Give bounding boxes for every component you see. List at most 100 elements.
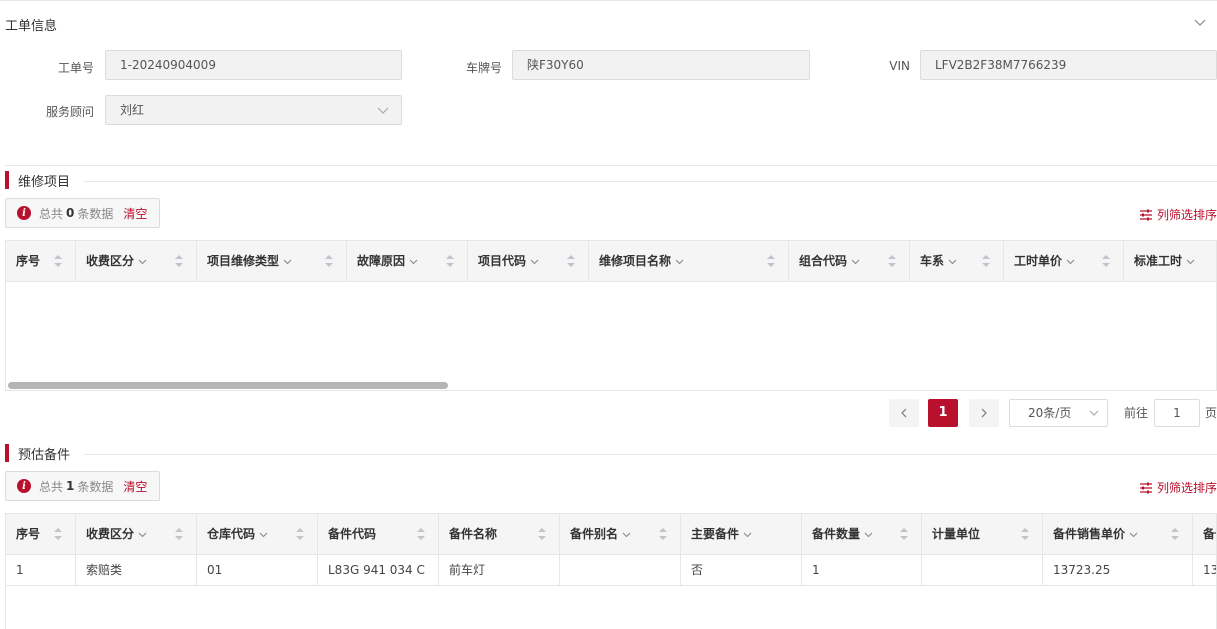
column-header-label: 备件数量	[812, 527, 861, 541]
title-line	[84, 181, 1217, 182]
advisor-select[interactable]: 刘红	[105, 95, 402, 125]
column-header[interactable]: 备件代码	[318, 514, 439, 554]
column-header[interactable]: 组合代码	[789, 241, 910, 281]
column-header[interactable]: 备件销售单价	[1043, 514, 1193, 554]
column-header-label: 组合代码	[799, 254, 848, 268]
horizontal-scrollbar[interactable]	[8, 382, 448, 389]
sort-icon[interactable]	[1101, 254, 1111, 268]
info-icon: i	[17, 479, 31, 493]
chevron-down-icon[interactable]	[864, 532, 873, 538]
column-header-label: 主要备件	[691, 527, 740, 541]
column-header[interactable]: 序号	[6, 241, 76, 281]
column-header[interactable]: 收费区分	[76, 241, 197, 281]
advisor-label: 服务顾问	[45, 105, 94, 119]
sort-icon[interactable]	[445, 254, 455, 268]
sort-icon[interactable]	[537, 527, 547, 541]
column-header-label: 收费区分	[86, 254, 135, 268]
table-cell	[560, 554, 681, 586]
prev-page-button[interactable]	[889, 399, 919, 427]
column-header[interactable]: 备件名称	[439, 514, 560, 554]
column-header-label: 备件代码	[328, 527, 377, 541]
chevron-down-icon[interactable]	[1066, 259, 1075, 265]
chevron-down-icon[interactable]	[1129, 532, 1138, 538]
parts-title: 预估备件	[5, 444, 70, 463]
column-header-label: 备件	[1203, 527, 1216, 541]
table-cell	[922, 554, 1043, 586]
chevron-down-icon[interactable]	[743, 532, 752, 538]
sort-icon[interactable]	[1170, 527, 1180, 541]
order-no-field[interactable]: 1-20240904009	[105, 50, 402, 80]
sort-icon[interactable]	[324, 254, 334, 268]
sort-icon[interactable]	[1020, 527, 1030, 541]
sort-icon[interactable]	[53, 254, 63, 268]
sort-icon[interactable]	[295, 527, 305, 541]
column-header[interactable]: 工时单价	[1004, 241, 1124, 281]
column-header-label: 故障原因	[357, 254, 406, 268]
chevron-down-icon[interactable]	[259, 532, 268, 538]
sliders-icon	[1139, 209, 1152, 220]
column-header[interactable]: 标准工时	[1124, 241, 1216, 281]
parts-clear-button[interactable]: 清空	[123, 478, 147, 495]
sort-icon[interactable]	[981, 254, 991, 268]
column-header[interactable]: 备件别名	[560, 514, 681, 554]
table-cell: 否	[681, 554, 802, 586]
chevron-down-icon[interactable]	[622, 532, 631, 538]
next-page-button[interactable]	[969, 399, 999, 427]
sort-icon[interactable]	[887, 254, 897, 268]
plate-label: 车牌号	[465, 61, 502, 75]
column-header[interactable]: 项目代码	[468, 241, 589, 281]
column-header[interactable]: 计量单位	[922, 514, 1043, 554]
top-divider	[0, 0, 1217, 1]
chevron-down-icon[interactable]	[283, 259, 292, 265]
table-cell: 1	[802, 554, 922, 586]
column-header[interactable]: 收费区分	[76, 514, 197, 554]
chevron-down-icon[interactable]	[1193, 15, 1207, 29]
column-header[interactable]: 故障原因	[347, 241, 468, 281]
repair-clear-button[interactable]: 清空	[123, 205, 147, 222]
column-header-label: 车系	[920, 254, 945, 268]
chevron-down-icon[interactable]	[138, 259, 147, 265]
chevron-down-icon[interactable]	[948, 259, 957, 265]
repair-filter-sort-button[interactable]: 列筛选排序	[1139, 206, 1217, 223]
column-header-label: 仓库代码	[207, 527, 256, 541]
column-header[interactable]: 项目维修类型	[197, 241, 347, 281]
column-header[interactable]: 主要备件	[681, 514, 802, 554]
column-header[interactable]: 仓库代码	[197, 514, 318, 554]
vin-field[interactable]: LFV2B2F38M7766239	[920, 50, 1217, 80]
parts-filter-sort-button[interactable]: 列筛选排序	[1139, 479, 1217, 496]
column-header[interactable]: 备件	[1193, 514, 1216, 554]
sort-icon[interactable]	[899, 527, 909, 541]
sort-icon[interactable]	[658, 527, 668, 541]
page-size-select[interactable]: 20条/页	[1009, 399, 1108, 427]
sort-icon[interactable]	[416, 527, 426, 541]
sort-icon[interactable]	[174, 527, 184, 541]
column-header[interactable]: 维修项目名称	[589, 241, 789, 281]
parts-total-summary: i 总共 1 条数据 清空	[5, 471, 161, 501]
sort-icon[interactable]	[766, 254, 776, 268]
plate-field[interactable]: 陕F30Y60	[512, 50, 810, 80]
info-icon: i	[17, 206, 31, 220]
table-header: 序号 收费区分 项目维修类型 故障原因 项目代码 维修项目名称 组合代码 车系 工时单价 标准工时	[6, 241, 1216, 282]
column-header-label: 备件名称	[449, 527, 498, 541]
sliders-icon	[1139, 482, 1152, 493]
column-header-label: 备件销售单价	[1053, 527, 1126, 541]
column-header[interactable]: 备件数量	[802, 514, 922, 554]
chevron-down-icon[interactable]	[530, 259, 539, 265]
advisor-value: 刘红	[120, 103, 145, 117]
column-header-label: 维修项目名称	[599, 254, 672, 268]
column-header[interactable]: 车系	[910, 241, 1004, 281]
chevron-down-icon[interactable]	[1186, 259, 1195, 265]
column-header-label: 序号	[16, 254, 41, 268]
sort-icon[interactable]	[53, 527, 63, 541]
column-header[interactable]: 序号	[6, 514, 76, 554]
column-header-label: 序号	[16, 527, 41, 541]
chevron-down-icon[interactable]	[851, 259, 860, 265]
chevron-down-icon[interactable]	[409, 259, 418, 265]
goto-page-input[interactable]: 1	[1154, 399, 1200, 427]
chevron-down-icon[interactable]	[675, 259, 684, 265]
chevron-down-icon[interactable]	[138, 532, 147, 538]
sort-icon[interactable]	[566, 254, 576, 268]
table-cell: 1	[6, 554, 76, 586]
page-1-button[interactable]: 1	[928, 399, 958, 427]
sort-icon[interactable]	[174, 254, 184, 268]
